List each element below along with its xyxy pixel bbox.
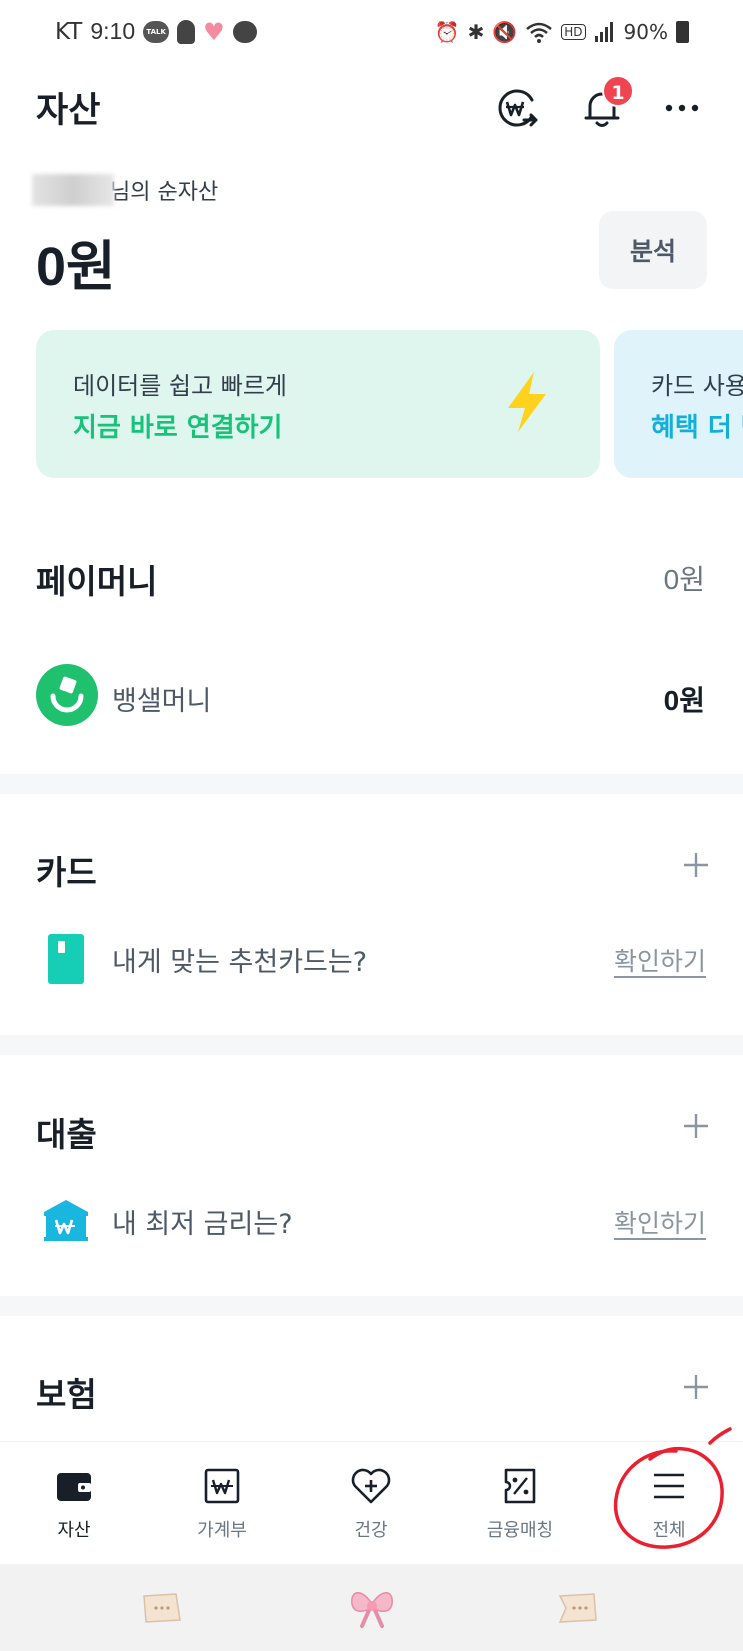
- banner-cta: 혜택 더 받: [651, 413, 743, 443]
- card-recommend-row[interactable]: 내게 맞는 추천카드는? 확인하기: [0, 930, 743, 986]
- section-divider: [0, 774, 743, 794]
- more-options-button[interactable]: [658, 84, 706, 132]
- nav-label: 금융매칭: [486, 1520, 554, 1541]
- lightning-icon: [508, 372, 546, 432]
- card-check-link[interactable]: 확인하기: [614, 942, 706, 978]
- system-navigation-bar: [0, 1564, 743, 1651]
- blurred-username: [32, 174, 114, 206]
- hd-voice-icon: HD: [561, 24, 586, 40]
- kakaotalk-icon: TALK: [143, 20, 170, 43]
- banner-subtitle: 데이터를 쉽고 빠르게: [73, 372, 287, 400]
- card-recommend-label: 내게 맞는 추천카드는?: [112, 947, 368, 978]
- heart-icon: ♥: [203, 17, 225, 46]
- ledger-icon: [202, 1466, 242, 1506]
- home-bow-icon[interactable]: [348, 1582, 396, 1630]
- notification-app-icon: [177, 19, 196, 44]
- alarm-icon: ⏰: [434, 20, 460, 44]
- net-assets-label: 님의 순자산: [110, 180, 219, 205]
- section-divider: [0, 1035, 743, 1055]
- analyze-button[interactable]: 분석: [599, 211, 707, 289]
- wifi-icon: [526, 22, 553, 43]
- carrier-label: KT: [55, 18, 83, 45]
- status-bar: KT 9:10 TALK ♥ ⏰ ✱ 🔇 HD 90%: [0, 0, 743, 68]
- paymoney-row-banksalad[interactable]: 뱅샐머니 0원: [0, 662, 743, 732]
- page-title: 자산: [36, 91, 101, 131]
- nav-tab-health[interactable]: 건강: [297, 1442, 445, 1565]
- add-loan-icon[interactable]: [680, 1110, 712, 1142]
- connect-data-banner[interactable]: 데이터를 쉽고 빠르게 지금 바로 연결하기: [36, 330, 600, 478]
- back-icon[interactable]: [556, 1586, 600, 1630]
- chat-bubble-icon: [232, 20, 257, 43]
- signal-icon: [594, 22, 613, 42]
- notification-badge: 1: [602, 75, 634, 107]
- paymoney-total: 0원: [663, 564, 705, 595]
- more-dots-icon: [665, 104, 699, 112]
- battery-icon: [676, 21, 689, 43]
- clock: 9:10: [90, 18, 136, 44]
- won-exchange-icon: [498, 89, 538, 127]
- add-card-icon[interactable]: [680, 849, 712, 881]
- net-assets-label-row: 님의 순자산: [32, 174, 218, 206]
- app-header: 자산 1: [0, 70, 743, 144]
- wallet-icon: [54, 1466, 94, 1506]
- coupon-percent-icon: [500, 1466, 540, 1506]
- net-assets-amount: 0원: [36, 237, 116, 297]
- status-bar-right: ⏰ ✱ 🔇 HD 90%: [435, 20, 689, 44]
- nav-tab-financial-matching[interactable]: 금융매칭: [446, 1442, 594, 1565]
- recent-apps-icon[interactable]: [140, 1586, 184, 1630]
- loan-rate-row[interactable]: 내 최저 금리는? 확인하기: [0, 1192, 743, 1248]
- nav-tab-ledger[interactable]: 가계부: [148, 1442, 296, 1565]
- paymoney-section-title: 페이머니: [36, 562, 158, 601]
- insurance-section-title: 보험: [36, 1375, 97, 1414]
- bank-icon: [44, 1200, 88, 1241]
- loan-section-title: 대출: [36, 1115, 97, 1154]
- bluetooth-icon: ✱: [467, 20, 485, 44]
- status-bar-left: KT 9:10 TALK ♥: [55, 18, 257, 45]
- nav-label: 건강: [354, 1520, 388, 1541]
- mute-icon: 🔇: [492, 20, 518, 44]
- paymoney-item-value: 0원: [663, 685, 705, 716]
- remittance-button[interactable]: [494, 84, 542, 132]
- nav-label: 가계부: [197, 1520, 247, 1541]
- battery-percent: 90%: [623, 20, 668, 44]
- add-insurance-icon[interactable]: [680, 1371, 712, 1403]
- banner-subtitle: 카드 사용: [651, 372, 743, 400]
- loan-rate-label: 내 최저 금리는?: [112, 1209, 293, 1240]
- card-benefit-banner[interactable]: 카드 사용 혜택 더 받: [614, 330, 743, 478]
- section-divider: [0, 1296, 743, 1316]
- nav-label: 자산: [57, 1520, 91, 1541]
- banksalad-money-icon: [36, 664, 98, 726]
- heart-plus-icon: [351, 1466, 391, 1506]
- nav-tab-assets[interactable]: 자산: [0, 1442, 148, 1565]
- red-annotation-circle: [613, 1427, 732, 1549]
- card-section-title: 카드: [36, 853, 97, 892]
- loan-check-link[interactable]: 확인하기: [614, 1204, 706, 1240]
- banner-cta: 지금 바로 연결하기: [73, 413, 283, 443]
- paymoney-item-label: 뱅샐머니: [112, 686, 212, 717]
- card-icon: [48, 934, 84, 984]
